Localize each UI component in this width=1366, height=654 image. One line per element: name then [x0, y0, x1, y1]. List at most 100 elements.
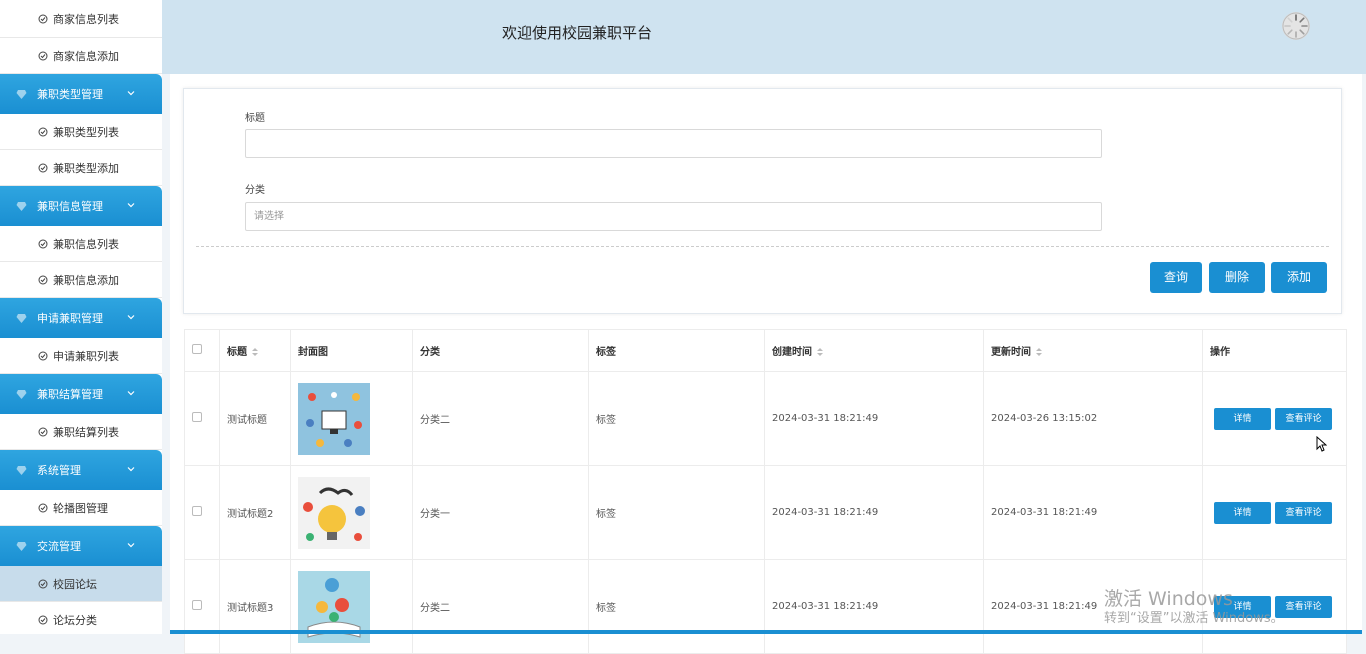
header-label: 操作	[1210, 347, 1230, 358]
cell-tag: 标签	[588, 371, 765, 466]
cell-created: 2024-03-31 18:21:49	[764, 465, 984, 560]
header-created[interactable]: 创建时间	[764, 329, 984, 372]
sidebar-group-title: 交流管理	[37, 540, 81, 553]
sidebar-item-job-type-list[interactable]: 兼职类型列表	[0, 114, 162, 150]
table-row: 测试标题 分类二 标签 2024-03-31 18:21:49 2024-03-…	[184, 371, 1347, 466]
sidebar-item-merchant-list[interactable]: 商家信息列表	[0, 0, 162, 38]
windows-activation-watermark: 激活 Windows 转到“设置”以激活 Windows。	[1104, 588, 1284, 628]
delete-button[interactable]: 删除	[1209, 262, 1265, 293]
page-title: 欢迎使用校园兼职平台	[502, 24, 653, 42]
header-select-all[interactable]	[184, 329, 220, 372]
cover-image[interactable]	[298, 382, 370, 455]
sidebar-item-label: 兼职信息列表	[53, 237, 119, 251]
mouse-cursor-icon	[1316, 436, 1327, 452]
chevron-down-icon	[127, 391, 135, 396]
header-title[interactable]: 标题	[219, 329, 291, 372]
cover-image[interactable]	[298, 476, 370, 549]
detail-button[interactable]: 详情	[1214, 501, 1271, 524]
view-comments-button[interactable]: 查看评论	[1275, 407, 1332, 430]
cell-title: 测试标题3	[219, 559, 291, 654]
cell-updated: 2024-03-31 18:21:49	[983, 465, 1203, 560]
sidebar-item-forum-category[interactable]: 论坛分类	[0, 602, 162, 634]
cell-category: 分类二	[412, 371, 589, 466]
sidebar-group-job-type[interactable]: 兼职类型管理	[0, 74, 162, 114]
header-tag: 标签	[588, 329, 765, 372]
category-field-label: 分类	[245, 185, 265, 196]
sidebar-item-label: 兼职信息添加	[53, 273, 119, 287]
chevron-down-icon	[127, 543, 135, 548]
chevron-down-icon	[127, 467, 135, 472]
header-label: 标签	[596, 347, 616, 358]
watermark-line-2: 转到“设置”以激活 Windows。	[1104, 611, 1284, 626]
sidebar-item-campus-forum[interactable]: 校园论坛	[0, 566, 162, 602]
sidebar-group-title: 兼职结算管理	[37, 388, 103, 401]
sort-icon[interactable]	[816, 347, 824, 357]
row-checkbox[interactable]	[192, 412, 202, 422]
sidebar-group-job-info[interactable]: 兼职信息管理	[0, 186, 162, 226]
sidebar-item-label: 兼职结算列表	[53, 425, 119, 439]
check-circle-icon	[38, 351, 48, 360]
sidebar-group-system[interactable]: 系统管理	[0, 450, 162, 490]
bottom-accent-bar	[170, 630, 1362, 634]
header-cover: 封面图	[290, 329, 413, 372]
sidebar-item-carousel[interactable]: 轮播图管理	[0, 490, 162, 526]
chevron-down-icon	[127, 203, 135, 208]
sidebar-group-apply[interactable]: 申请兼职管理	[0, 298, 162, 338]
header-actions: 操作	[1202, 329, 1347, 372]
cell-updated: 2024-03-26 13:15:02	[983, 371, 1203, 466]
category-select[interactable]: 请选择	[245, 202, 1102, 231]
diamond-icon	[16, 89, 27, 99]
sidebar-item-job-type-add[interactable]: 兼职类型添加	[0, 150, 162, 186]
diamond-icon	[16, 541, 27, 551]
row-select-cell	[184, 559, 220, 654]
sidebar-item-merchant-add[interactable]: 商家信息添加	[0, 38, 162, 74]
sidebar-item-label: 商家信息添加	[53, 49, 119, 63]
cell-tag: 标签	[588, 559, 765, 654]
check-circle-icon	[38, 239, 48, 248]
cell-created: 2024-03-31 18:21:49	[764, 559, 984, 654]
title-input[interactable]	[245, 129, 1102, 158]
query-button[interactable]: 查询	[1150, 262, 1202, 293]
cell-category: 分类一	[412, 465, 589, 560]
header-category: 分类	[412, 329, 589, 372]
sidebar: 商家信息列表 商家信息添加 兼职类型管理 兼职类型列表 兼职类型添加 兼职信息管…	[0, 0, 162, 634]
sidebar-item-apply-list[interactable]: 申请兼职列表	[0, 338, 162, 374]
table-header-row: 标题 封面图 分类 标签 创建时间 更新时间 操作	[184, 329, 1347, 372]
add-button[interactable]: 添加	[1271, 262, 1327, 293]
loading-spinner-icon	[1282, 12, 1310, 40]
sidebar-group-communication[interactable]: 交流管理	[0, 526, 162, 566]
check-circle-icon	[38, 615, 48, 624]
sort-icon[interactable]	[1035, 347, 1043, 357]
sidebar-item-job-info-list[interactable]: 兼职信息列表	[0, 226, 162, 262]
sort-icon[interactable]	[251, 347, 259, 357]
select-all-checkbox[interactable]	[192, 344, 202, 354]
watermark-line-1: 激活 Windows	[1104, 588, 1233, 610]
view-comments-button[interactable]: 查看评论	[1275, 501, 1332, 524]
header-label: 封面图	[298, 347, 328, 358]
detail-button[interactable]: 详情	[1214, 407, 1271, 430]
sidebar-group-settlement[interactable]: 兼职结算管理	[0, 374, 162, 414]
cell-actions: 详情 查看评论	[1202, 465, 1347, 560]
chevron-down-icon	[127, 91, 135, 96]
sidebar-item-label: 兼职类型列表	[53, 125, 119, 139]
header-updated[interactable]: 更新时间	[983, 329, 1203, 372]
row-select-cell	[184, 465, 220, 560]
sidebar-group-title: 申请兼职管理	[37, 312, 103, 325]
row-checkbox[interactable]	[192, 506, 202, 516]
sidebar-item-label: 兼职类型添加	[53, 161, 119, 175]
diamond-icon	[16, 389, 27, 399]
diamond-icon	[16, 201, 27, 211]
sidebar-item-label: 商家信息列表	[53, 12, 119, 26]
check-circle-icon	[38, 51, 48, 60]
sidebar-item-label: 申请兼职列表	[53, 349, 119, 363]
sidebar-item-job-info-add[interactable]: 兼职信息添加	[0, 262, 162, 298]
diamond-icon	[16, 313, 27, 323]
top-header: 欢迎使用校园兼职平台	[162, 0, 1366, 74]
row-checkbox[interactable]	[192, 600, 202, 610]
cell-cover	[290, 371, 413, 466]
header-label: 分类	[420, 347, 440, 358]
search-form: 标题 分类 请选择 查询 删除 添加	[183, 88, 1342, 314]
sidebar-item-settlement-list[interactable]: 兼职结算列表	[0, 414, 162, 450]
cell-title: 测试标题	[219, 371, 291, 466]
check-circle-icon	[38, 503, 48, 512]
